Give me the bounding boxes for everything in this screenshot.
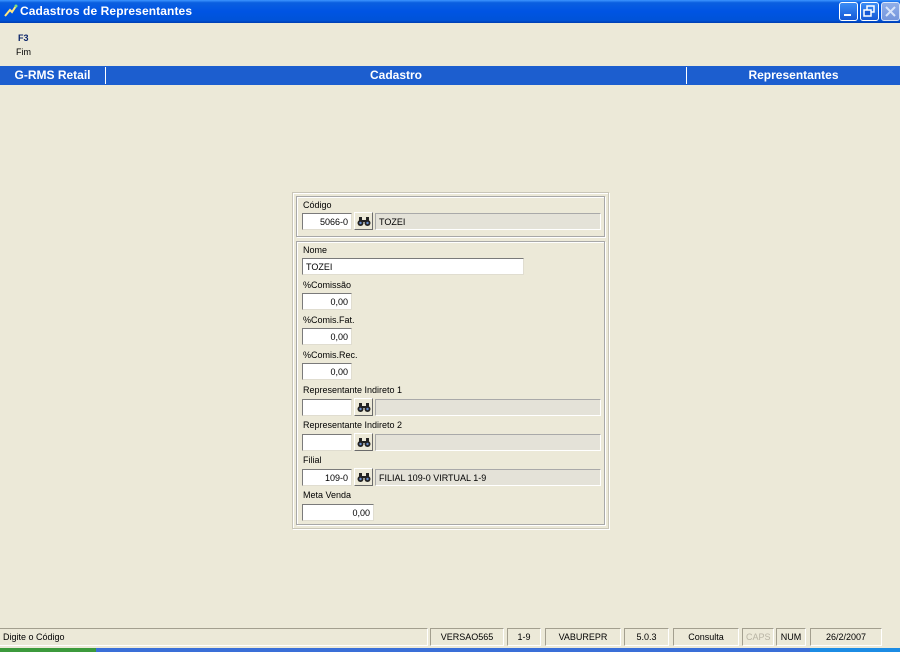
filial-description: FILIAL 109-0 VIRTUAL 1-9	[375, 469, 601, 486]
window-title: Cadastros de Representantes	[20, 4, 193, 18]
comis-fat-input[interactable]: 0,00	[302, 328, 352, 345]
comis-fat-label: %Comis.Fat.	[303, 315, 355, 325]
system-tray-edge	[810, 648, 900, 652]
filial-input[interactable]: 109-0	[302, 469, 352, 486]
meta-venda-label: Meta Venda	[303, 490, 352, 500]
status-date: 26/2/2007	[810, 628, 882, 646]
binoculars-icon	[357, 403, 371, 412]
binoculars-icon	[357, 438, 371, 447]
status-bar: Digite o Código VERSAO565 1-9 VABUREPR 5…	[0, 628, 900, 648]
menu-exit-label[interactable]: Fim	[16, 47, 31, 57]
rep-indireto-1-description	[375, 399, 601, 416]
meta-venda-input[interactable]: 0,00	[302, 504, 374, 521]
status-program: VABUREPR	[545, 628, 621, 646]
rep-indireto-1-input[interactable]	[302, 399, 352, 416]
menu-shortcut-key[interactable]: F3	[18, 33, 29, 43]
minimize-icon	[844, 14, 851, 16]
comis-rec-label: %Comis.Rec.	[303, 350, 358, 360]
status-branch: 1-9	[507, 628, 541, 646]
restore-button[interactable]	[860, 2, 879, 21]
close-button[interactable]	[881, 2, 900, 21]
filial-lookup-button[interactable]	[354, 468, 373, 486]
taskbar-strip	[0, 648, 900, 652]
title-bar[interactable]: Cadastros de Representantes	[0, 0, 900, 23]
header-section: Cadastro	[369, 68, 422, 82]
header-entity: Representantes	[748, 68, 839, 82]
comissao-label: %Comissão	[303, 280, 352, 290]
status-caps: CAPS	[742, 628, 774, 646]
start-button-edge[interactable]	[0, 648, 96, 652]
minimize-button[interactable]	[839, 2, 858, 21]
status-version: VERSAO565	[430, 628, 504, 646]
restore-icon	[863, 5, 875, 17]
nome-label: Nome	[303, 245, 328, 255]
filial-label: Filial	[303, 455, 322, 465]
codigo-input[interactable]: 5066-0	[302, 213, 352, 230]
close-icon	[885, 6, 896, 17]
status-message: Digite o Código	[0, 628, 428, 646]
rep-indireto-1-label: Representante Indireto 1	[303, 385, 403, 395]
codigo-description: TOZEI	[375, 213, 601, 230]
codigo-label: Código	[303, 200, 332, 210]
binoculars-icon	[357, 473, 371, 482]
rep-indireto-1-lookup-button[interactable]	[354, 398, 373, 416]
rep-indireto-2-input[interactable]	[302, 434, 352, 451]
comis-rec-input[interactable]: 0,00	[302, 363, 352, 380]
app-window-icon	[4, 4, 18, 18]
rep-indireto-2-lookup-button[interactable]	[354, 433, 373, 451]
header-band: G-RMS Retail Cadastro Representantes	[0, 66, 900, 85]
binoculars-icon	[357, 217, 371, 226]
status-num: NUM	[776, 628, 806, 646]
comissao-input[interactable]: 0,00	[302, 293, 352, 310]
header-module: G-RMS Retail	[14, 68, 91, 82]
rep-indireto-2-description	[375, 434, 601, 451]
codigo-lookup-button[interactable]	[354, 212, 373, 230]
rep-indireto-2-label: Representante Indireto 2	[303, 420, 403, 430]
nome-input[interactable]: TOZEI	[302, 258, 524, 275]
status-mode: Consulta	[673, 628, 739, 646]
status-release: 5.0.3	[624, 628, 669, 646]
